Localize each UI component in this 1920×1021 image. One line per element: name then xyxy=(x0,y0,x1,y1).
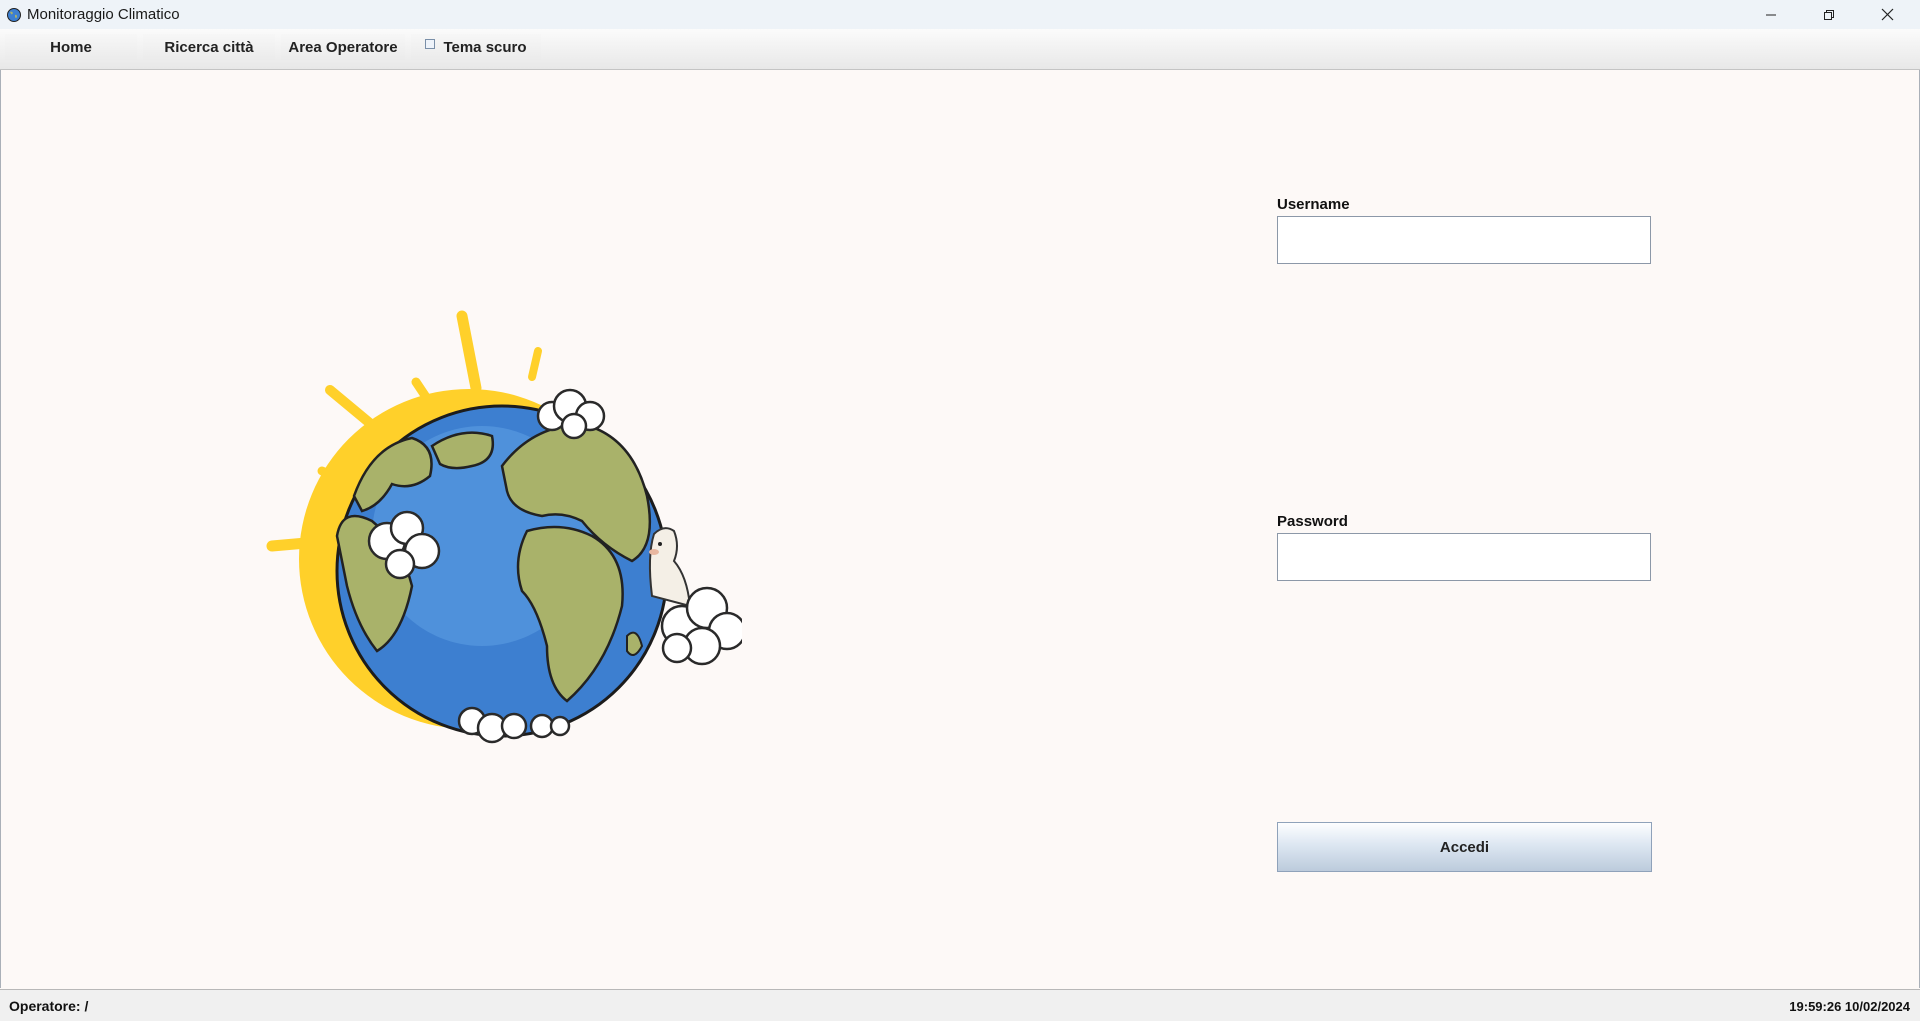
minimize-button[interactable] xyxy=(1742,0,1800,29)
menu-operator-area[interactable]: Area Operatore xyxy=(281,34,405,60)
datetime-status: 19:59:26 10/02/2024 xyxy=(1789,999,1910,1014)
menu-bar: Home Ricerca città Area Operatore Tema s… xyxy=(0,29,1920,70)
username-label: Username xyxy=(1277,196,1350,213)
restore-button[interactable] xyxy=(1800,0,1858,29)
minimize-icon xyxy=(1766,14,1776,15)
title-bar: Monitoraggio Climatico xyxy=(0,0,1920,29)
operator-status: Operatore: / xyxy=(9,998,89,1014)
close-icon xyxy=(1881,8,1893,21)
restore-icon xyxy=(1824,9,1834,20)
login-button[interactable]: Accedi xyxy=(1277,822,1652,872)
llama-icon xyxy=(648,527,692,608)
username-input[interactable] xyxy=(1277,216,1651,264)
window-title: Monitoraggio Climatico xyxy=(27,6,180,23)
menu-search-city[interactable]: Ricerca città xyxy=(143,34,275,60)
status-bar: Operatore: / 19:59:26 10/02/2024 xyxy=(0,989,1920,1021)
close-button[interactable] xyxy=(1858,0,1916,29)
dark-theme-toggle[interactable]: Tema scuro xyxy=(411,34,541,60)
dark-theme-checkbox[interactable] xyxy=(425,39,436,49)
app-globe-icon xyxy=(7,8,21,22)
menu-home[interactable]: Home xyxy=(5,34,137,60)
password-input[interactable] xyxy=(1277,533,1651,581)
earth-illustration xyxy=(266,310,742,744)
password-label: Password xyxy=(1277,513,1348,530)
dark-theme-label: Tema scuro xyxy=(443,38,527,56)
